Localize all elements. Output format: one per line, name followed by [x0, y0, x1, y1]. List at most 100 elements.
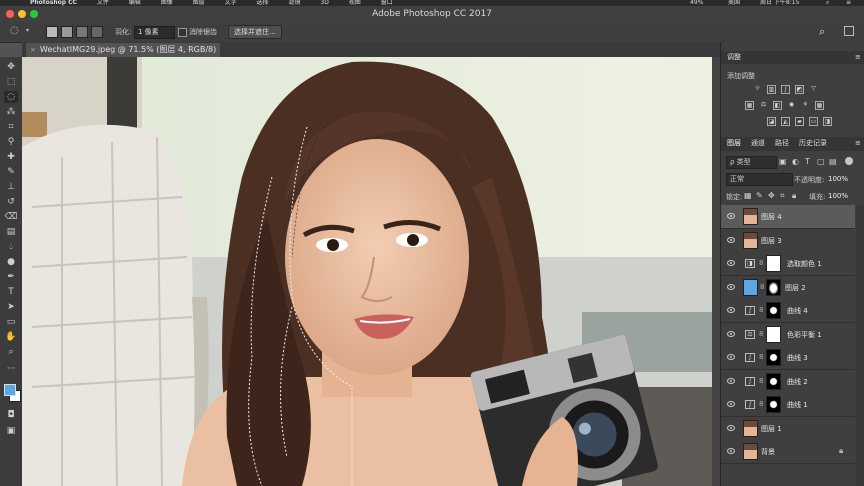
foreground-color-swatch[interactable] [4, 384, 16, 396]
subtract-selection-icon[interactable] [76, 26, 88, 38]
brightness-contrast-icon[interactable]: ☼ [753, 85, 762, 94]
rectangle-tool-icon[interactable]: ▭ [4, 316, 18, 328]
gradient-map-icon[interactable]: ▭ [809, 117, 818, 126]
adjustment-layer-icon[interactable]: ∫ [745, 306, 755, 315]
visibility-eye-icon[interactable] [727, 260, 735, 266]
visibility-eye-icon[interactable] [727, 307, 735, 313]
layer-row[interactable]: ∫ 8 曲线 3 [721, 346, 855, 370]
layer-thumbnail[interactable] [743, 443, 758, 460]
layer-mask-thumbnail[interactable] [766, 396, 781, 413]
zoom-window-icon[interactable] [30, 10, 38, 18]
layer-name[interactable]: 曲线 4 [787, 306, 808, 316]
layer-name[interactable]: 背景 [761, 447, 775, 457]
blend-mode-select[interactable]: 正常 [726, 173, 793, 186]
selective-color-icon[interactable]: ◨ [823, 117, 832, 126]
layer-name[interactable]: 曲线 2 [787, 377, 808, 387]
link-chain-icon[interactable]: 8 [759, 330, 763, 338]
visibility-eye-icon[interactable] [727, 330, 735, 337]
select-and-mask-button[interactable]: 选择并遮住... [228, 25, 282, 39]
filter-pixel-icon[interactable]: ▣ [779, 157, 787, 166]
opacity-input[interactable]: 100% [828, 175, 848, 183]
add-selection-icon[interactable] [61, 26, 73, 38]
layer-thumbnail[interactable] [743, 278, 758, 296]
layer-name[interactable]: 曲线 3 [787, 353, 808, 363]
document-tab[interactable]: × WechatIMG29.jpeg @ 71.5% (图层 4, RGB/8) … [26, 43, 220, 68]
vibrance-icon[interactable]: ▽ [809, 85, 818, 94]
layer-mask-thumbnail[interactable] [766, 349, 781, 366]
visibility-eye-icon[interactable] [727, 354, 735, 360]
lock-transparent-icon[interactable]: ▦ [744, 191, 752, 200]
tab-layers[interactable]: 图层 [727, 137, 741, 150]
type-tool-icon[interactable]: T [4, 286, 18, 298]
layer-thumbnail[interactable] [743, 419, 758, 437]
search-icon[interactable]: ⌕ [819, 25, 825, 39]
exposure-icon[interactable]: ◩ [795, 85, 804, 94]
brush-tool-icon[interactable]: ✎ [4, 166, 18, 178]
magic-wand-tool-icon[interactable]: ⁂ [4, 106, 18, 118]
layer-name[interactable]: 图层 4 [761, 212, 782, 222]
new-selection-icon[interactable] [46, 26, 58, 38]
layer-row[interactable]: 图层 3 [721, 228, 855, 253]
path-selection-tool-icon[interactable]: ➤ [4, 301, 18, 313]
clone-stamp-tool-icon[interactable]: ⊥ [4, 181, 18, 193]
document-canvas[interactable] [22, 57, 712, 486]
lock-artboard-icon[interactable]: ⌗ [780, 191, 785, 201]
crop-tool-icon[interactable]: ⌗ [4, 121, 18, 133]
filter-shape-icon[interactable]: ▢ [817, 157, 825, 166]
workspace-icon[interactable] [844, 26, 854, 36]
adjustment-layer-icon[interactable]: ∫ [745, 400, 755, 409]
layer-row[interactable]: ◨ 8 选取颜色 1 [721, 252, 855, 276]
layer-mask-thumbnail[interactable] [766, 372, 781, 390]
adjustment-layer-icon[interactable]: ⚖ [745, 329, 755, 339]
pen-tool-icon[interactable]: ✒ [4, 271, 18, 283]
layers-scrollbar[interactable] [856, 205, 864, 486]
eyedropper-tool-icon[interactable]: ⚲ [4, 136, 18, 148]
lock-pixels-icon[interactable]: ✎ [756, 191, 763, 200]
levels-icon[interactable]: ▥ [767, 85, 776, 94]
adjustment-layer-icon[interactable]: ∫ [745, 376, 755, 386]
visibility-eye-icon[interactable] [727, 401, 735, 407]
layer-mask-thumbnail[interactable] [766, 255, 781, 272]
history-brush-tool-icon[interactable]: ↺ [4, 196, 18, 208]
lasso-preset-icon[interactable]: ◌ [10, 25, 24, 37]
layer-thumbnail[interactable] [743, 231, 758, 249]
layer-name[interactable]: 选取颜色 1 [787, 259, 822, 269]
healing-brush-tool-icon[interactable]: ✚ [4, 151, 18, 163]
layer-thumbnail[interactable] [743, 208, 758, 225]
link-chain-icon[interactable]: 8 [759, 259, 763, 267]
close-tab-icon[interactable]: × [30, 46, 36, 54]
layer-name[interactable]: 色彩平衡 1 [787, 330, 822, 340]
layer-name[interactable]: 图层 3 [761, 236, 782, 246]
black-white-icon[interactable]: ◧ [773, 101, 782, 110]
screen-mode-icon[interactable]: ▣ [4, 425, 18, 437]
visibility-eye-icon[interactable] [727, 424, 735, 431]
visibility-eye-icon[interactable] [727, 213, 735, 219]
channel-mixer-icon[interactable]: ⚘ [801, 101, 810, 110]
visibility-eye-icon[interactable] [727, 236, 735, 243]
panel-menu-icon[interactable]: ≡ [855, 137, 861, 150]
layer-name[interactable]: 曲线 1 [787, 400, 808, 410]
intersect-selection-icon[interactable] [91, 26, 103, 38]
hand-tool-icon[interactable]: ✋ [4, 331, 18, 343]
curves-icon[interactable]: ∫ [781, 85, 790, 94]
fill-input[interactable]: 100% [828, 192, 848, 200]
layer-filter-select[interactable]: ρ 类型 [726, 156, 777, 169]
layer-row[interactable]: 背景 🔒︎ [721, 440, 855, 464]
color-balance-icon[interactable]: ⚖ [759, 101, 768, 110]
tab-paths[interactable]: 路径 [775, 137, 789, 150]
tab-channels[interactable]: 通道 [751, 137, 765, 150]
gradient-tool-icon[interactable]: ▤ [4, 226, 18, 238]
lock-all-icon[interactable]: 🔒︎ [792, 191, 796, 201]
posterize-icon[interactable]: ◭ [781, 117, 790, 126]
tab-history[interactable]: 历史记录 [799, 137, 827, 150]
lasso-tool-icon[interactable]: ◌ [4, 91, 18, 103]
close-window-icon[interactable] [6, 10, 14, 18]
filter-type-icon[interactable]: T [805, 157, 810, 166]
threshold-icon[interactable]: ▰ [795, 117, 804, 126]
chevron-down-icon[interactable]: ▾ [26, 27, 29, 34]
quick-mask-icon[interactable]: ◘ [4, 409, 18, 421]
layer-row[interactable]: ⚖ 8 色彩平衡 1 [721, 322, 855, 347]
visibility-eye-icon[interactable] [727, 377, 735, 384]
link-chain-icon[interactable]: 8 [759, 353, 763, 361]
layer-mask-thumbnail[interactable] [766, 278, 781, 296]
